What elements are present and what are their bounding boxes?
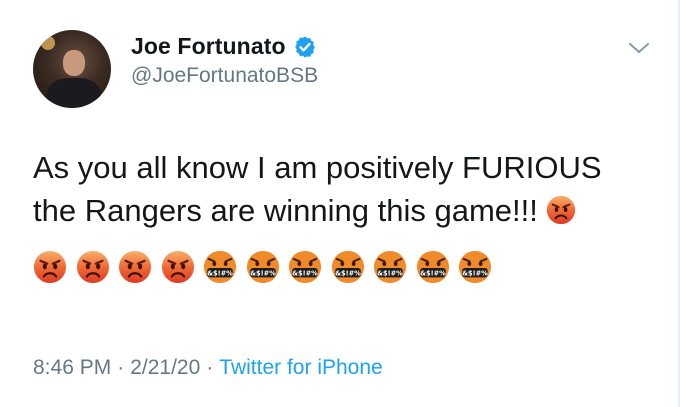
tweet-time[interactable]: 8:46 PM <box>33 356 111 380</box>
face-with-symbols-icon <box>373 250 407 284</box>
meta-separator: · <box>117 356 125 379</box>
tweet-source-link[interactable]: Twitter for iPhone <box>219 356 382 380</box>
pouting-face-icon <box>33 250 67 284</box>
avatar-shirt <box>47 78 101 108</box>
avatar[interactable] <box>33 30 111 108</box>
meta-separator: · <box>206 356 214 379</box>
pouting-face-icon <box>118 250 152 284</box>
author-name[interactable]: Joe Fortunato <box>131 33 286 60</box>
tweet-date[interactable]: 2/21/20 <box>130 356 200 380</box>
pouting-face-icon <box>76 250 110 284</box>
face-with-symbols-icon <box>331 250 365 284</box>
face-with-symbols-icon <box>458 250 492 284</box>
avatar-face <box>63 50 85 76</box>
face-with-symbols-icon <box>246 250 280 284</box>
author-handle[interactable]: @JoeFortunatoBSB <box>131 64 318 88</box>
pouting-face-icon <box>546 195 576 225</box>
verified-badge-icon <box>294 36 315 57</box>
tweet-text: As you all know I am positively FURIOUS … <box>33 146 653 232</box>
emoji-row <box>33 250 501 284</box>
face-with-symbols-icon <box>288 250 322 284</box>
pouting-face-icon <box>161 250 195 284</box>
face-with-symbols-icon <box>203 250 237 284</box>
chevron-down-icon[interactable] <box>628 40 650 56</box>
tweet-meta: 8:46 PM · 2/21/20 · Twitter for iPhone <box>33 356 383 380</box>
avatar-background-light <box>41 36 55 50</box>
face-with-symbols-icon <box>416 250 450 284</box>
author-name-row[interactable]: Joe Fortunato <box>131 33 317 60</box>
tweet-body: As you all know I am positively FURIOUS … <box>33 150 602 228</box>
